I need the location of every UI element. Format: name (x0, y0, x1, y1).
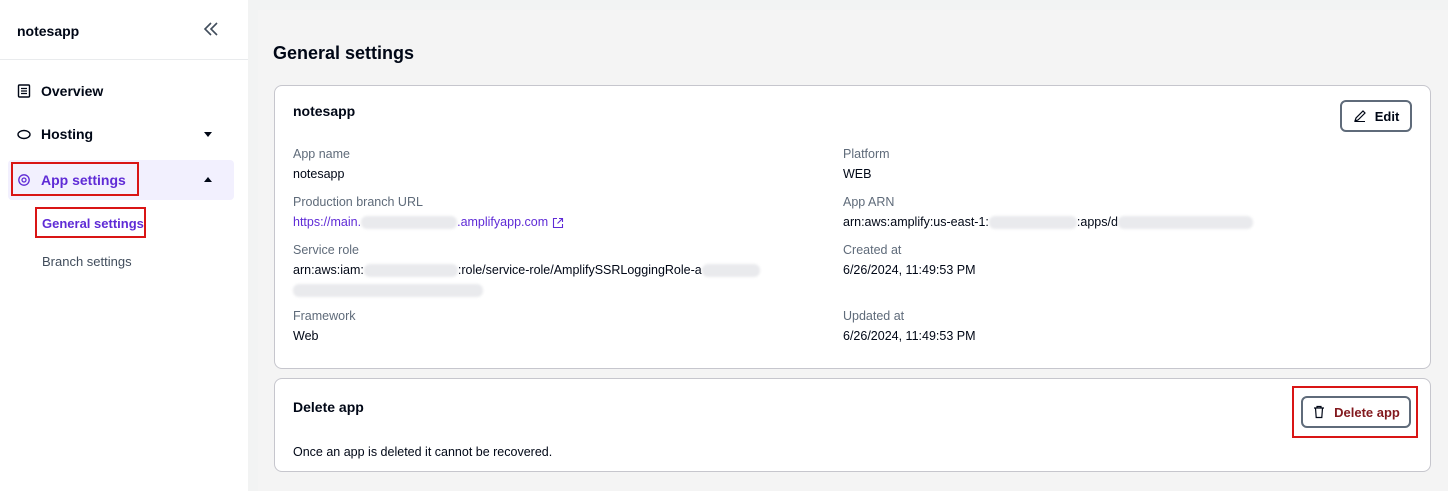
sidebar-subitem-general-settings[interactable]: General settings (42, 216, 144, 231)
field-value: 6/26/2024, 11:49:53 PM (843, 263, 976, 277)
field-created-at: Created at 6/26/2024, 11:49:53 PM (843, 242, 976, 279)
arn-start: arn:aws:amplify:us-east-1: (843, 215, 989, 229)
redacted-text (988, 216, 1077, 230)
sidebar-item-overview[interactable]: Overview (8, 71, 234, 111)
field-platform: Platform WEB (843, 146, 890, 183)
field-label: Created at (843, 243, 902, 257)
cloud-icon (17, 129, 31, 140)
delete-app-button[interactable]: Delete app (1301, 396, 1411, 428)
redacted-text (1117, 216, 1253, 230)
caret-up-icon[interactable] (202, 175, 214, 185)
field-label: Service role (293, 243, 359, 257)
sidebar-item-label: Overview (41, 83, 104, 99)
delete-app-description: Once an app is deleted it cannot be reco… (293, 445, 553, 459)
caret-down-icon[interactable] (202, 129, 214, 139)
field-value: 6/26/2024, 11:49:53 PM (843, 329, 976, 343)
collapse-sidebar-icon[interactable] (200, 18, 222, 40)
field-value: notesapp (293, 167, 345, 181)
sidebar-item-label: Hosting (41, 126, 94, 142)
url-start: https://main. (293, 215, 362, 229)
general-settings-card: notesapp Edit App name notesapp Producti… (274, 85, 1431, 369)
field-value: WEB (843, 167, 872, 181)
field-label: App name (293, 147, 350, 161)
url-end: .amplifyapp.com (457, 215, 549, 229)
sidebar-app-name[interactable]: notesapp (17, 23, 79, 39)
sidebar: notesapp Overview Hosting App settings G… (0, 0, 248, 491)
gear-icon (18, 174, 30, 186)
redacted-text (361, 216, 458, 229)
role-mid: :role/service-role/AmplifySSRLoggingRole… (457, 263, 702, 277)
document-icon (17, 84, 31, 98)
edit-button-label: Edit (1374, 108, 1400, 124)
field-value: arn:aws:amplify:us-east-1: :apps/d (843, 214, 1253, 231)
sidebar-item-app-settings[interactable]: App settings (8, 160, 234, 200)
edit-button[interactable]: Edit (1340, 100, 1412, 132)
redacted-text (363, 264, 458, 278)
sidebar-subitem-branch-settings[interactable]: Branch settings (42, 254, 132, 269)
field-production-branch-url: Production branch URL https://main. .amp… (293, 194, 564, 231)
trash-icon (1314, 405, 1325, 419)
redacted-text (701, 264, 760, 278)
card-title: notesapp (293, 103, 356, 119)
field-app-name: App name notesapp (293, 146, 350, 183)
field-value: Web (293, 329, 319, 343)
field-framework: Framework Web (293, 308, 356, 345)
sidebar-item-hosting[interactable]: Hosting (8, 114, 234, 154)
production-url-link[interactable]: https://main. .amplifyapp.com (293, 214, 564, 231)
page-title: General settings (273, 43, 415, 63)
external-link-icon (553, 217, 564, 228)
delete-app-card: Delete app Delete app Once an app is del… (274, 378, 1431, 472)
field-value: arn:aws:iam: :role/service-role/AmplifySS… (293, 262, 760, 279)
field-label: Framework (293, 309, 356, 323)
sidebar-item-label: App settings (41, 172, 126, 188)
sidebar-header: notesapp (0, 0, 248, 60)
field-service-role: Service role arn:aws:iam: :role/service-r… (293, 242, 760, 298)
arn-mid: :apps/d (1076, 215, 1118, 229)
field-app-arn: App ARN arn:aws:amplify:us-east-1: :apps/… (843, 194, 1253, 231)
role-start: arn:aws:iam: (293, 263, 364, 277)
card-title: Delete app (293, 399, 364, 415)
redacted-text (293, 284, 483, 298)
field-label: Updated at (843, 309, 905, 323)
field-updated-at: Updated at 6/26/2024, 11:49:53 PM (843, 308, 976, 345)
field-label: Platform (843, 147, 890, 161)
field-label: App ARN (843, 195, 895, 209)
pencil-icon (1353, 110, 1366, 122)
delete-app-button-label: Delete app (1334, 404, 1400, 420)
field-label: Production branch URL (293, 195, 423, 209)
